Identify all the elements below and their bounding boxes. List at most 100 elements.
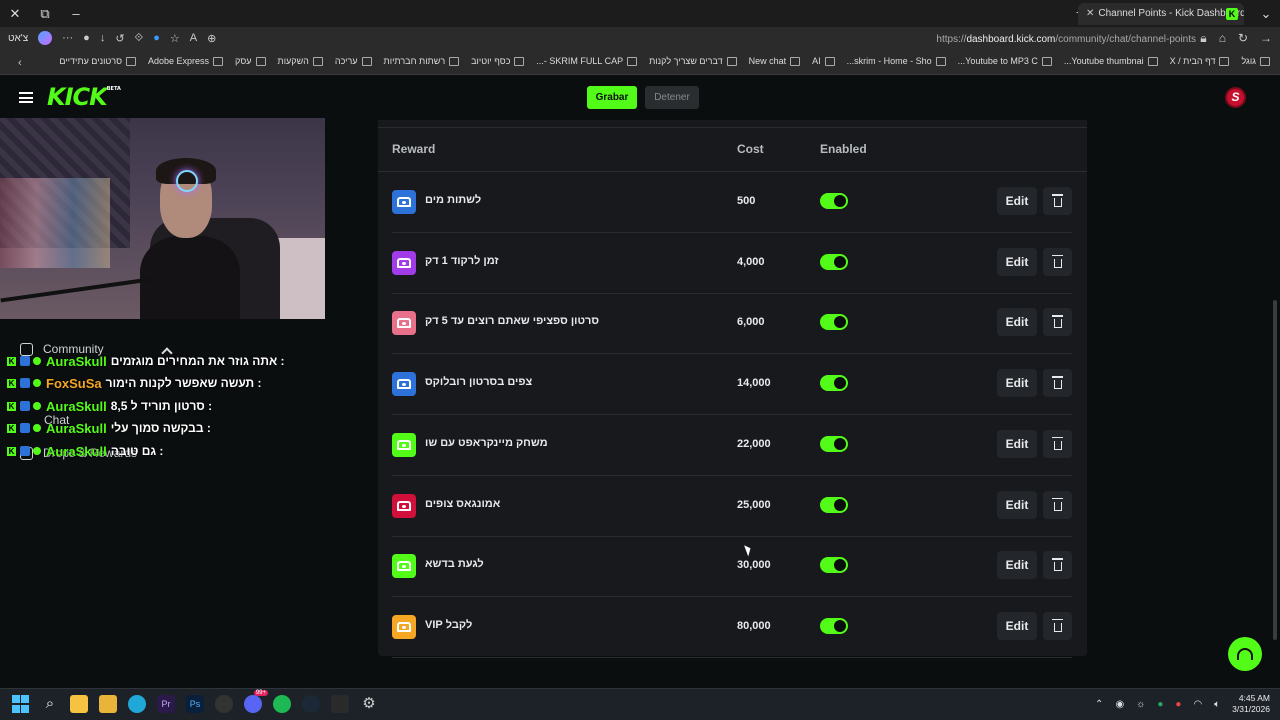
windows-start-icon[interactable]	[12, 695, 30, 713]
edge-icon[interactable]: ●	[153, 32, 160, 44]
delete-button[interactable]	[1043, 429, 1072, 458]
forward-icon[interactable]: →	[1260, 31, 1272, 46]
tray-app-icon[interactable]: ◉	[1115, 699, 1124, 710]
kick-logo[interactable]: KICKBETA	[47, 83, 121, 111]
support-button[interactable]	[1228, 637, 1262, 671]
delete-button[interactable]	[1043, 551, 1072, 580]
record-button[interactable]: Grabar	[587, 86, 637, 109]
clock[interactable]: 4:45 AM 3/31/2026	[1232, 693, 1270, 715]
restore-window-icon[interactable]: ⧉	[35, 4, 55, 24]
delete-button[interactable]	[1043, 490, 1072, 519]
download-icon[interactable]: ↓	[100, 32, 106, 44]
premiere-icon[interactable]: Pr	[157, 695, 175, 713]
tray-wifi-icon[interactable]: ◠	[1193, 699, 1202, 710]
chat-username[interactable]: AuraSkull	[46, 421, 107, 436]
edit-button[interactable]: Edit	[997, 369, 1037, 398]
edit-button[interactable]: Edit	[997, 611, 1037, 640]
lock-icon[interactable]: 🔒︎	[1200, 31, 1206, 46]
close-tab-icon[interactable]: ✕	[1086, 8, 1094, 19]
puzzle-icon[interactable]: ⟐	[135, 32, 144, 45]
profile-label[interactable]: צ'אט	[8, 33, 28, 44]
refresh-icon[interactable]: ↻	[1238, 31, 1248, 46]
chat-username[interactable]: AuraSkull	[46, 444, 107, 459]
bookmark-item[interactable]: עריכה	[335, 56, 372, 66]
steam-icon[interactable]	[302, 695, 320, 713]
tab-menu-chevron-icon[interactable]: ⌄	[1256, 4, 1276, 24]
bookmark-item[interactable]: skrim - Home - Sho...	[847, 56, 946, 66]
enabled-toggle[interactable]	[820, 375, 848, 392]
search-icon[interactable]: ⌕	[41, 695, 59, 713]
enabled-toggle[interactable]	[820, 496, 848, 513]
minimize-window-icon[interactable]: –	[66, 4, 86, 24]
read-aloud-icon[interactable]: A	[190, 32, 197, 44]
bookmark-item[interactable]: Youtube to MP3 C...	[958, 56, 1052, 66]
bookmark-item[interactable]: דברים שצריך לקנות	[649, 56, 737, 66]
edit-button[interactable]: Edit	[997, 308, 1037, 337]
history-icon[interactable]: ↺	[115, 32, 124, 45]
settings-icon[interactable]: ⚙	[360, 695, 378, 713]
edit-button[interactable]: Edit	[997, 247, 1037, 276]
bookmark-item[interactable]: כסף יוטיוב	[471, 56, 525, 66]
delete-button[interactable]	[1043, 369, 1072, 398]
obs-icon[interactable]	[215, 695, 233, 713]
bookmark-item[interactable]: עסק	[235, 56, 266, 66]
tray-volume-icon[interactable]: 🔈︎	[1214, 699, 1220, 710]
enabled-toggle[interactable]	[820, 314, 848, 331]
enabled-toggle[interactable]	[820, 193, 848, 209]
chat-username[interactable]: FoxSuSa	[46, 376, 102, 391]
enabled-toggle[interactable]	[820, 253, 848, 270]
menu-icon[interactable]	[19, 92, 33, 103]
photoshop-icon[interactable]: Ps	[186, 695, 204, 713]
edit-button[interactable]: Edit	[997, 187, 1037, 215]
sticky-app-icon[interactable]	[99, 695, 117, 713]
file-explorer-icon[interactable]	[70, 695, 88, 713]
discord-icon[interactable]: 99+	[244, 690, 268, 713]
edge-taskbar-icon[interactable]	[128, 695, 146, 713]
spotify-icon[interactable]	[273, 695, 291, 713]
epic-games-icon[interactable]	[331, 695, 349, 713]
chat-username[interactable]: AuraSkull	[46, 354, 107, 369]
user-avatar[interactable]: S	[1225, 87, 1246, 108]
tab-channel-points[interactable]: ✕ Channel Points - Kick Dashboard K	[1078, 3, 1244, 25]
delete-button[interactable]	[1043, 247, 1072, 276]
tray-overflow-icon[interactable]: ⌃	[1095, 699, 1103, 710]
reward-row: אמונגאס צופים 25,000 Edit	[392, 476, 1072, 537]
edit-button[interactable]: Edit	[997, 490, 1037, 519]
kick-badge-icon: K	[7, 423, 16, 433]
delete-button[interactable]	[1043, 308, 1072, 337]
chat-username[interactable]: AuraSkull	[46, 399, 107, 414]
bookmark-item[interactable]: דף הבית / X	[1170, 56, 1230, 66]
bookmark-item[interactable]: רשתות חברתיות	[384, 56, 460, 66]
bookmark-item[interactable]: AI	[812, 56, 835, 66]
delete-button[interactable]	[1043, 187, 1072, 215]
enabled-toggle[interactable]	[820, 435, 848, 452]
url-field[interactable]: https://dashboard.kick.com/community/cha…	[936, 34, 1196, 45]
delete-button[interactable]	[1043, 611, 1072, 640]
stop-button[interactable]: Detener	[645, 86, 699, 109]
zoom-icon[interactable]: ⊕	[207, 32, 216, 45]
bookmark-item[interactable]: Adobe Express	[148, 56, 224, 66]
bookmark-item[interactable]: השקעות	[278, 56, 323, 66]
favorite-star-icon[interactable]: ☆	[170, 32, 180, 45]
bookmark-item[interactable]: New chat	[749, 56, 801, 66]
close-window-icon[interactable]: ✕	[5, 4, 25, 24]
bookmark-item[interactable]: סרטונים עתידיים	[59, 56, 136, 66]
edit-button[interactable]: Edit	[997, 551, 1037, 580]
bookmark-item[interactable]: SKRIM FULL CAP -...	[536, 56, 638, 66]
more-icon[interactable]: ···	[62, 32, 73, 44]
page-scrollbar[interactable]	[1273, 300, 1277, 640]
extension-icon[interactable]: ●	[83, 32, 90, 44]
bookmark-item[interactable]: Youtube thumbnai...	[1064, 56, 1158, 66]
bookmark-item[interactable]: גוגל	[1241, 56, 1270, 66]
home-icon[interactable]: ⌂	[1219, 31, 1226, 46]
tray-mic-icon[interactable]: ●	[1175, 699, 1181, 710]
bookmarks-overflow-icon[interactable]: ‹	[18, 57, 22, 69]
folder-icon	[726, 56, 737, 66]
edit-button[interactable]: Edit	[997, 429, 1037, 458]
enabled-toggle[interactable]	[820, 557, 848, 574]
copilot-icon[interactable]	[38, 31, 53, 45]
tray-brightness-icon[interactable]: ☼	[1136, 699, 1145, 710]
folder-icon	[126, 56, 136, 66]
tray-network-icon[interactable]: ●	[1157, 699, 1163, 710]
enabled-toggle[interactable]	[820, 617, 848, 634]
